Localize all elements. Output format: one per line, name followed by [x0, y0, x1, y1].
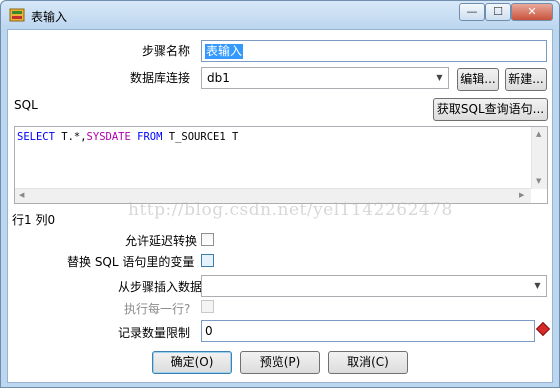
- replace-variables-label: 替换 SQL 语句里的变量: [67, 255, 195, 269]
- execute-each-row-label: 执行每一行?: [124, 302, 191, 316]
- title-bar[interactable]: 表输入 — ☐ ✕: [1, 1, 559, 29]
- ok-button[interactable]: 确定(O): [152, 351, 232, 374]
- cursor-position: 行1 列0: [12, 213, 56, 227]
- window-title: 表输入: [31, 10, 68, 24]
- watermark: http://blog.csdn.net/yel1142262478: [128, 200, 453, 220]
- step-name-input[interactable]: 表输入: [201, 40, 547, 62]
- sql-text: SELECT T.*,SYSDATE FROM T_SOURCE1 T: [17, 131, 239, 143]
- sql-vertical-scrollbar[interactable]: ▲ ▼: [531, 127, 547, 189]
- lazy-conversion-label: 允许延迟转换: [125, 234, 198, 248]
- chevron-down-icon: ▼: [534, 281, 541, 290]
- close-button[interactable]: ✕: [511, 3, 553, 21]
- edit-connection-button[interactable]: 编辑...: [457, 68, 499, 91]
- insert-from-step-label: 从步骤插入数据: [118, 280, 203, 294]
- step-name-label: 步骤名称: [142, 44, 191, 58]
- cancel-button[interactable]: 取消(C): [328, 351, 408, 374]
- new-connection-button[interactable]: 新建...: [505, 68, 547, 91]
- replace-variables-checkbox[interactable]: [201, 254, 214, 267]
- lazy-conversion-checkbox[interactable]: [201, 233, 214, 246]
- insert-from-step-select[interactable]: ▼: [201, 275, 547, 297]
- limit-value: 0: [205, 324, 213, 338]
- maximize-button[interactable]: ☐: [485, 3, 511, 21]
- minimize-button[interactable]: —: [459, 3, 485, 21]
- dialog-body: 步骤名称 表输入 数据库连接 db1 ▼ 编辑... 新建... SQL 获取S…: [7, 29, 553, 383]
- scroll-up-icon[interactable]: ▲: [536, 130, 541, 138]
- db-connection-value: db1: [207, 71, 230, 85]
- scroll-right-icon[interactable]: ▶: [519, 191, 524, 199]
- step-name-value: 表输入: [205, 44, 244, 59]
- preview-button[interactable]: 预览(P): [240, 351, 320, 374]
- db-connection-select[interactable]: db1 ▼: [201, 67, 449, 89]
- table-input-icon: [9, 8, 25, 22]
- limit-label: 记录数量限制: [118, 326, 191, 340]
- variable-diamond-icon: [535, 321, 551, 337]
- scroll-down-icon[interactable]: ▼: [536, 177, 541, 185]
- sql-label: SQL: [14, 98, 38, 112]
- db-connection-label: 数据库连接: [130, 71, 191, 85]
- get-sql-button[interactable]: 获取SQL查询语句...: [433, 98, 548, 121]
- scroll-left-icon[interactable]: ◀: [19, 191, 24, 199]
- limit-input[interactable]: 0: [201, 320, 535, 342]
- chevron-down-icon: ▼: [436, 73, 443, 82]
- execute-each-row-checkbox[interactable]: [201, 300, 214, 313]
- dialog-window: 表输入 — ☐ ✕ 步骤名称 表输入 数据库连接 db1 ▼ 编辑... 新建.…: [0, 0, 560, 388]
- sql-editor[interactable]: SELECT T.*,SYSDATE FROM T_SOURCE1 T ▲ ▼ …: [14, 126, 548, 204]
